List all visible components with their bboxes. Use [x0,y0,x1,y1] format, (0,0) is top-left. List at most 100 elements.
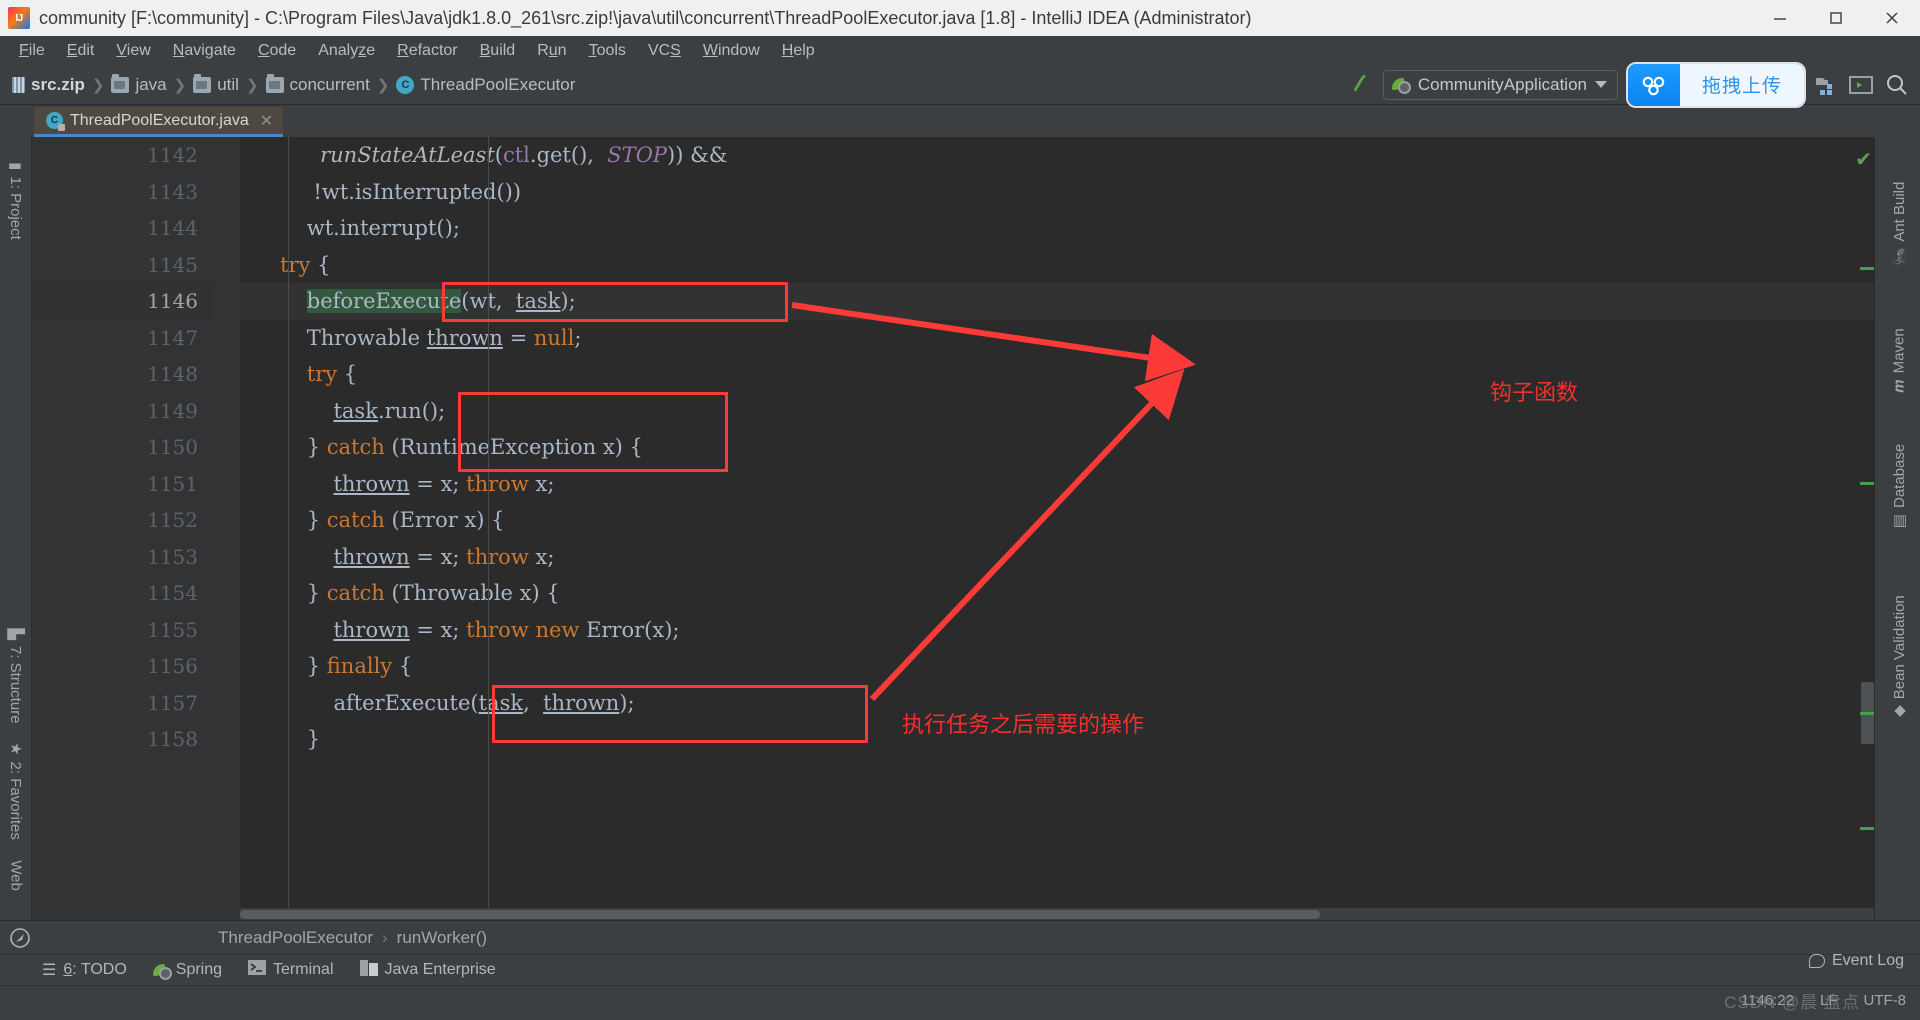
event-log-icon [1808,954,1825,968]
line-number: 1157 [147,690,198,715]
star-icon: ★ [7,742,24,756]
event-log-button[interactable]: Event Log [1808,952,1904,970]
code-line: } catch (RuntimeException x) { [240,435,643,459]
menu-tools[interactable]: Tools [578,40,637,62]
menu-help[interactable]: Help [771,40,826,62]
search-icon[interactable] [1884,73,1910,97]
menu-view[interactable]: View [105,40,161,62]
line-separator[interactable]: LF [1820,992,1838,1009]
code-line: try { [280,252,331,277]
folder-icon [193,73,212,93]
code-line: task.run(); [333,398,446,423]
tool-window-spring[interactable]: Spring [152,961,223,980]
breadcrumb-separator-icon: ❯ [91,76,105,94]
breadcrumb-threadpoolexecutor[interactable]: C ThreadPoolExecutor [394,75,577,95]
inspection-marker[interactable] [1860,712,1874,715]
menu-vcs[interactable]: VCS [637,40,692,62]
breadcrumb-src-zip[interactable]: src.zip [10,75,87,95]
line-number: 1150 [147,435,198,459]
line-number: 1153 [147,544,198,569]
sidebar-item-structure[interactable]: ▙ 7: Structure [7,628,25,723]
sidebar-item-label: 2: Favorites [7,761,25,840]
editor-tab-bar: C ThreadPoolExecutor.java ✕ [0,105,1920,137]
structure-icon: ▙ [7,628,24,640]
project-structure-icon[interactable] [1814,74,1838,96]
sidebar-item-label: 1: Project [7,176,25,240]
tool-window-java-enterprise[interactable]: Java Enterprise [359,959,496,981]
menu-window[interactable]: Window [692,40,771,62]
breadcrumb-class[interactable]: ThreadPoolExecutor [218,928,373,948]
upload-button[interactable]: 拖拽上传 [1627,63,1804,106]
caret-position[interactable]: 1146:22 [1741,992,1794,1009]
inspection-marker[interactable] [1860,827,1874,830]
sidebar-item-database[interactable]: ▤ Database [1890,444,1909,529]
breadcrumb-separator-icon: ❯ [376,76,390,94]
upload-button-label: 拖拽上传 [1679,63,1804,106]
close-icon[interactable]: ✕ [260,111,273,131]
breadcrumb-method[interactable]: runWorker() [397,928,487,948]
sidebar-item-label: Ant Build [1890,181,1908,242]
main-area: ▮ 1: Project ▙ 7: Structure ★ 2: Favorit… [0,137,1920,920]
tool-window-label: Java Enterprise [384,961,496,978]
tool-window-terminal[interactable]: Terminal [248,960,334,980]
menu-file[interactable]: File [8,40,56,62]
code-line: } [240,727,321,751]
menu-edit[interactable]: Edit [56,40,106,62]
sidebar-item-label: Web [7,860,25,891]
line-number: 1144 [147,216,198,240]
code-line: !wt.isInterrupted()) [240,179,522,204]
run-configuration-label: CommunityApplication [1417,74,1587,94]
sidebar-item-maven[interactable]: m Maven [1891,328,1908,392]
inspection-marker[interactable] [1860,267,1874,270]
tab-threadpoolexecutor-java[interactable]: C ThreadPoolExecutor.java ✕ [34,107,284,137]
breadcrumb-label: concurrent [289,74,370,94]
line-number: 1154 [147,581,198,605]
sidebar-item-ant-build[interactable]: 🐜 Ant Build [1890,181,1909,267]
code-editor[interactable]: runStateAtLeast(ctl.get(), STOP)) && !wt… [240,137,1874,920]
sidebar-item-project[interactable]: ▮ 1: Project [7,162,25,240]
code-lines: runStateAtLeast(ctl.get(), STOP)) && !wt… [240,137,1874,758]
menu-build[interactable]: Build [469,40,527,62]
line-number: 1148 [147,362,198,386]
code-line: } catch (Throwable x) { [240,581,560,605]
breadcrumb-label: util [217,74,239,94]
minimize-button[interactable] [1752,0,1808,36]
intellij-logo-icon [8,7,30,29]
sidebar-item-bean-validation[interactable]: ◆ Bean Validation [1890,595,1909,717]
breadcrumb-concurrent[interactable]: concurrent [264,73,372,95]
database-icon: ▤ [1891,514,1908,529]
inspection-marker[interactable] [1860,482,1874,485]
line-number: 1158 [147,727,198,751]
menu-navigate[interactable]: Navigate [162,40,247,62]
java-class-readonly-icon: C [46,112,65,131]
horizontal-scrollbar-thumb[interactable] [240,910,1320,919]
menu-code[interactable]: Code [247,40,307,62]
breadcrumb-label: java [135,74,167,94]
line-number: 1143 [147,179,198,204]
file-encoding[interactable]: UTF-8 [1864,992,1907,1009]
editor-gutter[interactable]: 1142 1143 1144 1145 1146 1147 1148 1149 … [32,137,214,920]
code-line: thrown = x; throw x; [333,544,555,569]
line-number: 1152 [147,508,198,532]
breadcrumb-label: src.zip [31,74,85,94]
menu-run[interactable]: Run [526,40,577,62]
breadcrumb-java[interactable]: java [109,73,168,95]
folder-icon [265,73,284,93]
close-button[interactable] [1864,0,1920,36]
menu-refactor[interactable]: Refactor [386,40,468,62]
java-enterprise-icon [359,959,378,981]
menu-analyze[interactable]: Analyze [307,40,386,62]
run-configuration-selector[interactable]: CommunityApplication [1382,69,1618,100]
terminal-icon[interactable] [1848,74,1874,96]
horizontal-scrollbar[interactable] [240,908,1874,920]
navigate-icon[interactable] [8,926,32,950]
hammer-icon[interactable] [1345,67,1375,102]
tool-window-label: Spring [175,961,223,978]
sidebar-item-web[interactable]: Web [8,860,25,891]
tool-window-todo[interactable]: ☰ 6: TODO [42,960,127,980]
code-line: try { [306,362,358,386]
breadcrumb-util[interactable]: util [191,73,241,95]
sidebar-item-favorites[interactable]: ★ 2: Favorites [7,742,25,840]
tool-window-label: Terminal [273,961,334,978]
maximize-button[interactable] [1808,0,1864,36]
